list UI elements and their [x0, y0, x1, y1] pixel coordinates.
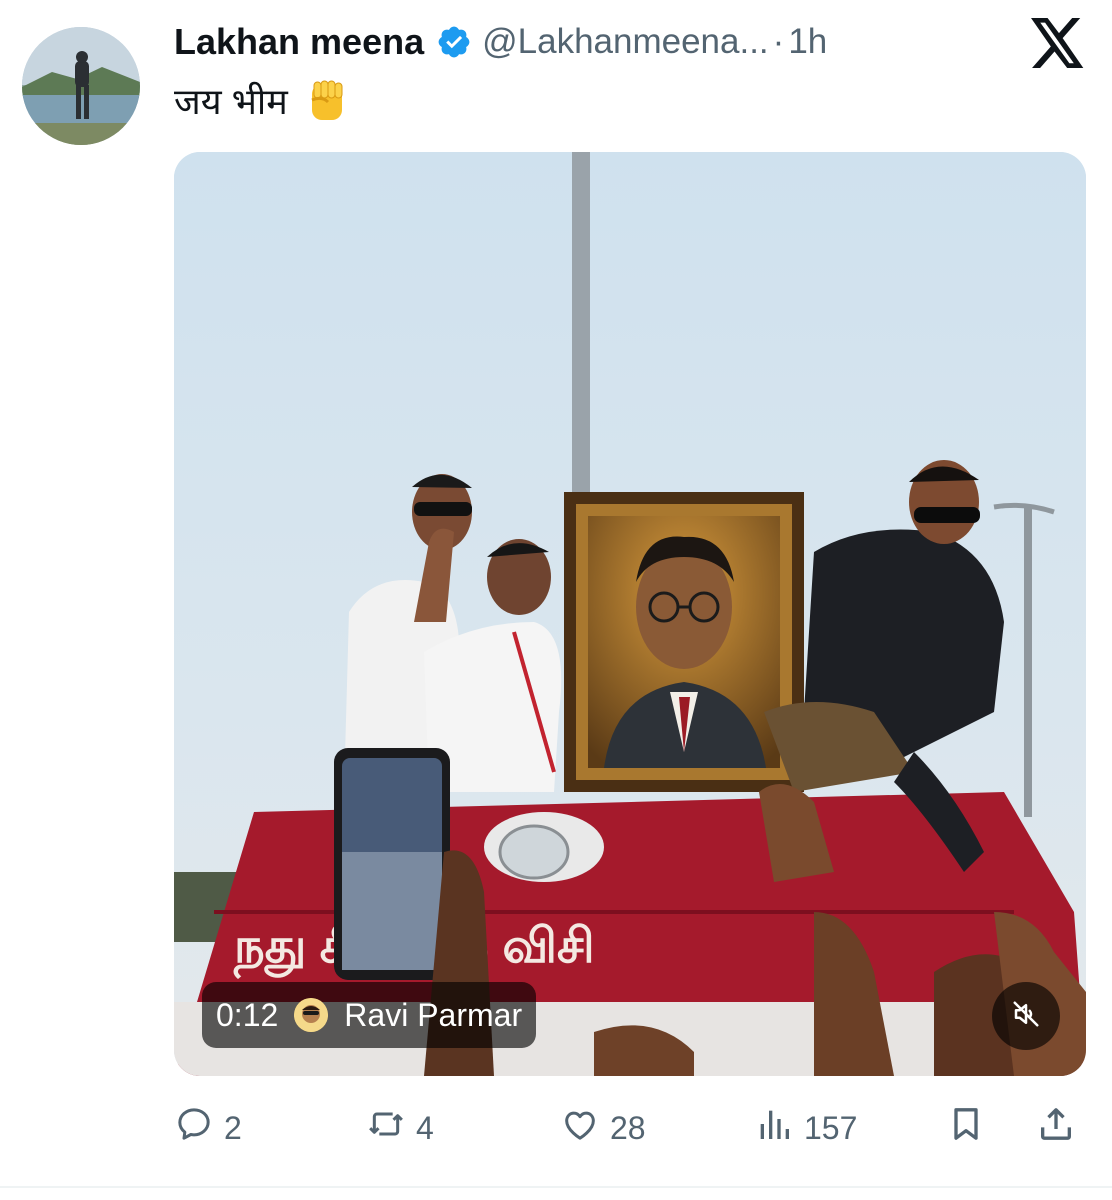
views-button[interactable]: 157 — [754, 1100, 857, 1156]
share-button[interactable] — [1036, 1100, 1076, 1156]
view-count: 157 — [804, 1109, 858, 1146]
muted-speaker-icon — [1011, 999, 1041, 1034]
heart-icon — [560, 1104, 600, 1152]
like-button[interactable]: 28 — [560, 1100, 646, 1156]
tweet-video[interactable]: நது சின்னம் விசி — [174, 152, 1086, 1076]
views-chart-icon — [754, 1104, 794, 1152]
reply-count: 2 — [224, 1109, 242, 1146]
tweet-header: Lakhan meena @Lakhanmeena... · 1h — [174, 20, 827, 64]
raised-fist-emoji-icon — [304, 78, 350, 124]
video-info-overlay: 0:12 Ravi Parmar — [202, 982, 537, 1048]
video-credit-avatar — [294, 998, 329, 1032]
video-credit-name[interactable]: Ravi Parmar — [344, 997, 522, 1034]
author-display-name[interactable]: Lakhan meena — [174, 21, 424, 63]
tweet-action-bar: 2 4 28 157 — [174, 1100, 1086, 1156]
header-separator: · — [772, 22, 785, 61]
reply-button[interactable]: 2 — [174, 1100, 242, 1156]
repost-button[interactable]: 4 — [366, 1100, 434, 1156]
repost-icon — [366, 1104, 406, 1152]
author-avatar[interactable] — [22, 27, 140, 145]
video-frame: நது சின்னம் விசி — [174, 152, 1086, 1076]
bookmark-button[interactable] — [946, 1100, 986, 1156]
bookmark-icon — [946, 1104, 986, 1152]
like-count: 28 — [610, 1109, 646, 1146]
video-timestamp: 0:12 — [216, 996, 279, 1033]
tweet-text: जय भीम — [174, 81, 288, 122]
x-logo-icon[interactable] — [1030, 18, 1086, 68]
share-icon — [1036, 1104, 1076, 1152]
avatar-photo — [22, 27, 140, 145]
tweet-divider — [0, 1186, 1112, 1188]
reply-icon — [174, 1104, 214, 1152]
tweet-timestamp[interactable]: 1h — [788, 22, 827, 62]
verified-badge-icon — [436, 24, 472, 60]
tweet-text-row: जय भीम — [174, 76, 350, 125]
author-handle[interactable]: @Lakhanmeena... — [482, 22, 769, 62]
repost-count: 4 — [416, 1109, 434, 1146]
mute-toggle-button[interactable] — [992, 982, 1060, 1050]
